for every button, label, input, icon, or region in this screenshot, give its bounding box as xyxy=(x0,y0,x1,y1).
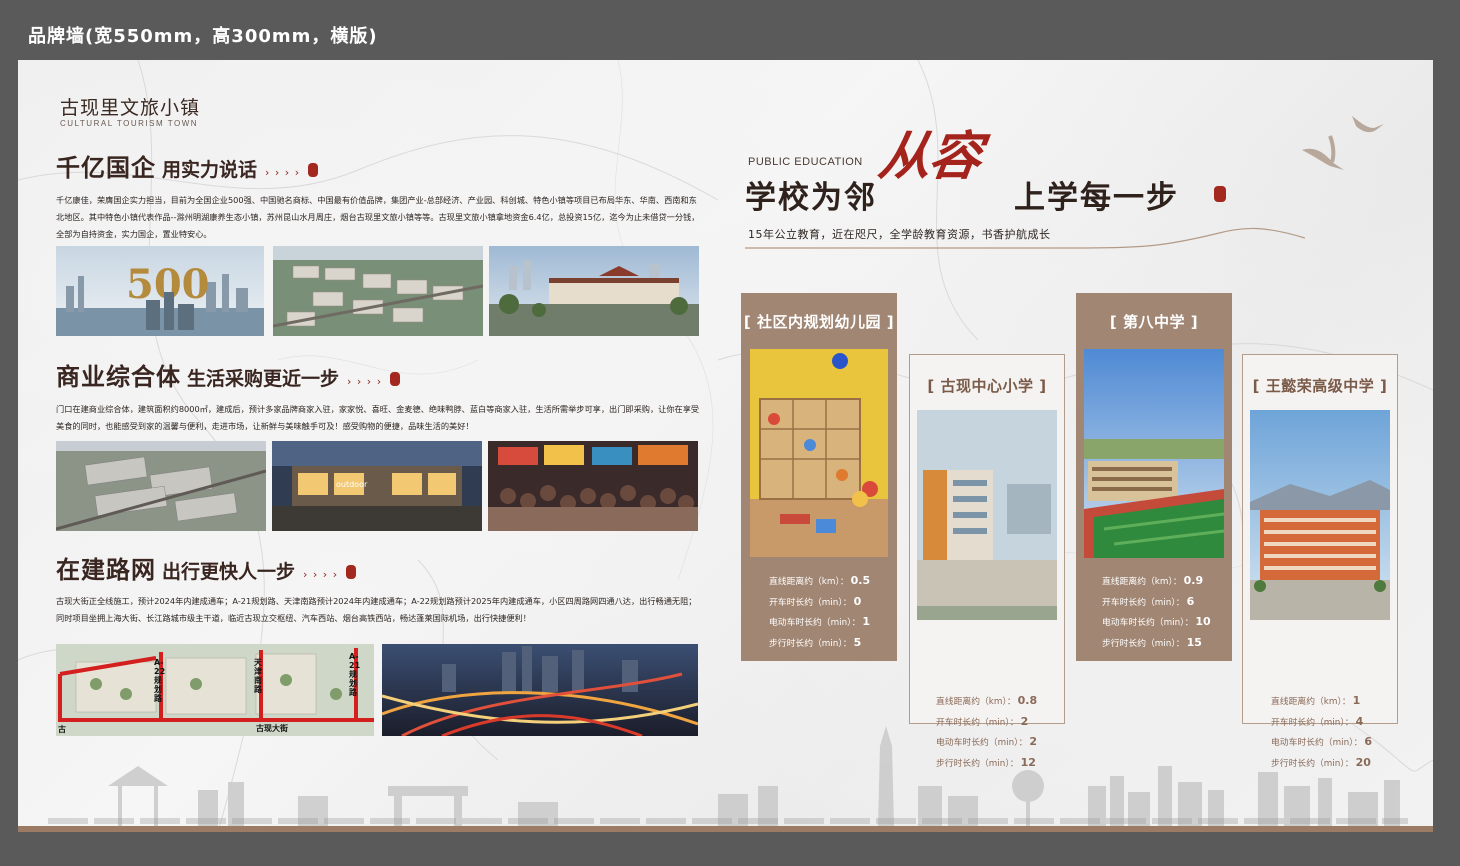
section-title-big: 千亿国企 xyxy=(56,153,156,182)
seal-icon xyxy=(390,372,401,386)
brand-name: 古现里文旅小镇 xyxy=(60,97,201,119)
stat-value: 0 xyxy=(853,594,862,608)
school-name: [ 第八中学 ] xyxy=(1109,313,1199,331)
board-size-caption: 品牌墙(宽550mm，高300mm，横版) xyxy=(28,26,378,47)
section-text-roads: 古现大街正全线施工，预计2024年内建成通车；A-21规划路、天津南路预计202… xyxy=(56,596,697,623)
school-stat-row: 步行时长约（min）： 15 xyxy=(1102,636,1202,649)
stat-value: 6 xyxy=(1186,594,1195,608)
stat-value: 0.9 xyxy=(1183,574,1204,587)
school-stat-row: 电动车时长约（min）： 10 xyxy=(1102,615,1211,628)
swallow-birds-icon xyxy=(1302,116,1384,170)
seal-icon xyxy=(1214,186,1226,202)
photo-primary-school-building xyxy=(917,410,1057,620)
city-skyline-silhouette xyxy=(108,726,1400,826)
arrow-decoration-icon: › › › › xyxy=(347,375,383,388)
school-name: [ 社区内规划幼儿园 ] xyxy=(743,313,895,331)
stat-label: 开车时长约（min）： xyxy=(769,597,852,608)
stat-label: 直线距离约（km）： xyxy=(1102,577,1182,587)
school-name: [ 古现中心小学 ] xyxy=(927,377,1047,395)
photo-food-market-crowd xyxy=(488,441,698,531)
brand-subtitle: CULTURAL TOURISM TOWN xyxy=(60,119,199,128)
stat-value: 0.5 xyxy=(850,574,871,587)
brand-wall-board: 古现里文旅小镇 CULTURAL TOURISM TOWN 千亿国企 用实力说话… xyxy=(18,60,1433,832)
section-title-small: 用实力说话 xyxy=(162,159,258,181)
section-heading-commercial: 商业综合体 生活采购更近一步 › › › › xyxy=(56,357,401,392)
stat-label: 直线距离约（km）： xyxy=(769,577,849,587)
section-text-commercial: 门口在建商业综合体，建筑面积约8000㎡，建成后，预计多家品牌商家入驻，家家悦、… xyxy=(56,404,700,431)
svg-text:outdoor: outdoor xyxy=(336,480,368,489)
photo-aerial-town-render xyxy=(273,246,483,336)
stat-value: 15 xyxy=(1186,635,1202,649)
stat-label: 电动车时长约（min）： xyxy=(1102,618,1194,628)
seal-icon xyxy=(308,163,319,177)
section-title-big: 在建路网 xyxy=(56,555,156,584)
photo-shopping-street-night: outdoor xyxy=(272,441,482,531)
education-label: PUBLIC EDUCATION xyxy=(748,156,863,168)
section-title-small: 生活采购更近一步 xyxy=(187,368,340,390)
map-label-a21: A-21规划路 xyxy=(349,652,361,697)
education-title-calligraphy: 从容 xyxy=(875,126,984,187)
photo-middle-school-campus xyxy=(1084,349,1224,558)
photo-commercial-aerial xyxy=(56,441,266,531)
map-label-a22: A-22规划路 xyxy=(154,658,166,703)
school-name: [ 王懿荣高级中学 ] xyxy=(1252,377,1388,395)
stat-label: 步行时长约（min）： xyxy=(1102,638,1185,649)
school-card-middle: [ 第八中学 ] 直线距离约（km）： 0.9 开车时长约（min）： 6 电动车时长约… xyxy=(1076,293,1232,661)
stat-label: 开车时长约（min）： xyxy=(1102,597,1185,608)
section-title-small: 出行更快人一步 xyxy=(162,561,296,583)
bottom-accent-bar xyxy=(18,826,1433,832)
stat-value: 1 xyxy=(862,615,871,628)
stat-label: 电动车时长约（min）： xyxy=(769,618,861,628)
school-stat-row: 开车时长约（min）： 6 xyxy=(1102,595,1194,608)
arrow-decoration-icon: › › › › xyxy=(265,166,301,179)
map-label-tianjin: 天津南路 xyxy=(254,658,262,694)
school-card-kindergarten: [ 社区内规划幼儿园 ] 直线距离约（km）： 0.5 开车时长约（min）： 0 电动… xyxy=(741,293,897,661)
photo-city-skyline-500: 500 xyxy=(56,246,264,336)
photo-street-render xyxy=(489,246,699,336)
photo-kindergarten-classroom xyxy=(750,349,888,557)
school-stat-row: 开车时长约（min）： 0 xyxy=(769,595,861,608)
decorative-wave-line xyxy=(745,227,1305,249)
stat-label: 步行时长约（min）： xyxy=(769,638,852,649)
seal-icon xyxy=(346,565,357,579)
school-stat-row: 步行时长约（min）： 5 xyxy=(769,636,861,649)
school-stat-row: 直线距离约（km）： 0.5 xyxy=(769,574,870,587)
section-title-big: 商业综合体 xyxy=(56,362,181,391)
photo-high-school-building xyxy=(1250,410,1390,620)
school-card-high: [ 王懿荣高级中学 ] 直线距离约（km）： 1 开车时长约（min）： 4 电动车时长… xyxy=(1242,354,1398,769)
stat-value: 10 xyxy=(1195,615,1211,628)
section-heading-roads: 在建路网 出行更快人一步 › › › › xyxy=(56,550,357,585)
section-text-guoqi: 千亿康佳，荣膺国企实力担当，目前为全国企业500强、中国驰名商标、中国最有价值品… xyxy=(56,195,700,239)
school-card-primary: [ 古现中心小学 ] 直线距离约（km）： 0.8 开车时长约（min）： 2 电动车时… xyxy=(909,354,1065,769)
school-stat-row: 直线距离约（km）： 0.9 xyxy=(1102,574,1203,587)
stat-value: 5 xyxy=(853,635,862,649)
fine-print-disclaimer xyxy=(48,818,1408,824)
section-heading-guoqi: 千亿国企 用实力说话 › › › › xyxy=(56,148,319,183)
school-stat-row: 电动车时长约（min）： 1 xyxy=(769,615,870,628)
arrow-decoration-icon: › › › › xyxy=(303,568,339,581)
